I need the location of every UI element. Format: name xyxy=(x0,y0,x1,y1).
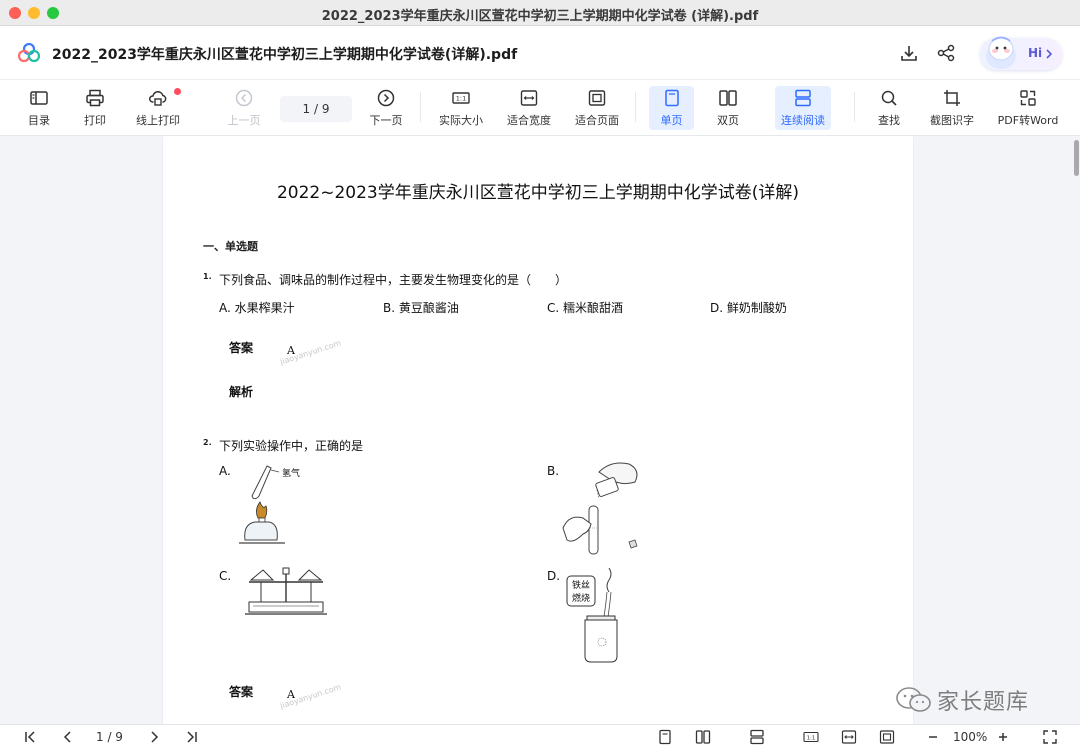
fit-width-icon xyxy=(520,90,538,106)
question-text: 下列食品、调味品的制作过程中，主要发生物理变化的是（ ） xyxy=(219,273,568,287)
continuous-scroll-icon[interactable] xyxy=(749,729,765,745)
printer-icon xyxy=(86,89,104,107)
wechat-icon xyxy=(896,687,931,712)
crop-icon xyxy=(944,90,960,106)
share-icon[interactable] xyxy=(936,43,956,63)
single-page-icon[interactable] xyxy=(657,729,673,745)
continuous-scroll-icon xyxy=(795,89,811,107)
window-titlebar: 2022_2023学年重庆永川区萱花中学初三上学期期中化学试卷 (详解).pdf xyxy=(0,0,1080,26)
question-number: 2. xyxy=(203,438,212,447)
sidebar-icon xyxy=(30,91,48,105)
single-page-button[interactable]: 单页 xyxy=(649,86,694,130)
chevron-right-icon[interactable] xyxy=(146,729,162,745)
chevron-left-circle-icon xyxy=(235,89,253,107)
zoom-out-icon[interactable] xyxy=(925,729,941,745)
bottom-navigation-bar: 1 / 9 1:1 100% xyxy=(0,724,1080,748)
prev-page-button[interactable]: 上一页 xyxy=(224,86,264,130)
option-a: A. xyxy=(219,464,231,478)
continuous-reading-button[interactable]: 连续阅读 xyxy=(775,86,831,130)
analysis-label: 解析 xyxy=(229,385,254,399)
chevron-left-icon[interactable] xyxy=(60,729,76,745)
document-header: 2022_2023学年重庆永川区萱花中学初三上学期期中化学试卷(详解).pdf … xyxy=(0,26,1080,80)
fig-label: 燃烧 xyxy=(572,592,590,604)
pdf-page: 2022~2023学年重庆永川区萱花中学初三上学期期中化学试卷(详解) 一、单选… xyxy=(163,136,913,724)
toolbar-divider xyxy=(854,92,855,122)
toc-button[interactable]: 目录 xyxy=(22,86,56,130)
exam-title: 2022~2023学年重庆永川区萱花中学初三上学期期中化学试卷(详解) xyxy=(276,183,800,203)
search-icon xyxy=(881,90,897,106)
option-b: B. xyxy=(547,464,560,478)
bottom-page-indicator: 1 / 9 xyxy=(96,730,123,744)
ai-assistant-button[interactable]: Hi xyxy=(980,36,1062,70)
convert-icon xyxy=(1020,90,1036,106)
section-heading: 一、单选题 xyxy=(203,240,258,253)
question-text: 下列实验操作中，正确的是 xyxy=(219,439,364,453)
iron-wire-combustion-figure: 铁丝 燃烧 xyxy=(566,567,618,663)
assistant-label: Hi xyxy=(1028,46,1043,60)
brand-text: 家长题库 xyxy=(937,690,1030,715)
fit-width-icon[interactable] xyxy=(841,729,857,745)
next-page-button[interactable]: 下一页 xyxy=(364,86,408,130)
page-number-input[interactable]: 1 / 9 xyxy=(280,96,352,122)
toolbar-divider xyxy=(635,92,636,122)
document-viewport[interactable]: 2022~2023学年重庆永川区萱花中学初三上学期期中化学试卷(详解) 一、单选… xyxy=(0,136,1080,724)
fit-page-button[interactable]: 适合页面 xyxy=(572,86,622,130)
answer-label: 答案 xyxy=(229,341,254,355)
print-button[interactable]: 打印 xyxy=(78,86,112,130)
document-name: 2022_2023学年重庆永川区萱花中学初三上学期期中化学试卷(详解).pdf xyxy=(52,47,518,63)
zoom-in-icon[interactable] xyxy=(995,729,1011,745)
actual-size-icon[interactable]: 1:1 xyxy=(803,729,819,745)
chevron-right-circle-icon xyxy=(377,89,395,107)
cloud-print-icon xyxy=(149,90,167,106)
option-c: C. 糯米酿甜酒 xyxy=(547,301,624,315)
fit-width-button[interactable]: 适合宽度 xyxy=(504,86,554,130)
vertical-scrollbar-thumb[interactable] xyxy=(1074,140,1079,176)
double-page-icon xyxy=(719,90,737,106)
single-page-icon xyxy=(664,89,679,107)
fit-page-icon[interactable] xyxy=(879,729,895,745)
search-button[interactable]: 查找 xyxy=(872,86,906,130)
option-d: D. xyxy=(547,569,561,583)
download-icon[interactable] xyxy=(899,43,919,63)
fig-label: 氢气 xyxy=(282,467,300,479)
fig-label: 铁丝 xyxy=(572,579,590,591)
actual-size-button[interactable]: 1:1 实际大小 xyxy=(436,86,486,130)
first-page-icon[interactable] xyxy=(23,729,39,745)
double-page-icon[interactable] xyxy=(695,729,711,745)
screenshot-ocr-button[interactable]: 截图识字 xyxy=(926,86,978,130)
hydrogen-test-figure: 氢气 xyxy=(239,465,300,544)
toolbar-divider xyxy=(420,92,421,122)
question-number: 1. xyxy=(203,272,212,281)
pdf-to-word-button[interactable]: PDF转Word xyxy=(994,86,1062,130)
last-page-icon[interactable] xyxy=(183,729,199,745)
chevron-right-icon xyxy=(1046,49,1053,59)
option-b: B. 黄豆酿酱油 xyxy=(383,301,459,315)
option-c: C. xyxy=(219,569,232,583)
double-page-button[interactable]: 双页 xyxy=(710,86,746,130)
balance-scale-figure xyxy=(245,567,327,615)
brand-watermark: 家长题库 xyxy=(893,680,1053,718)
notification-dot xyxy=(174,88,181,95)
actual-size-icon: 1:1 xyxy=(452,92,470,104)
fit-page-icon xyxy=(588,90,606,106)
option-d: D. 鲜奶制酸奶 xyxy=(710,301,787,315)
window-title: 2022_2023学年重庆永川区萱花中学初三上学期期中化学试卷 (详解).pdf xyxy=(321,9,759,24)
answer-label: 答案 xyxy=(229,685,254,699)
zoom-level: 100% xyxy=(953,730,988,744)
assistant-avatar-icon xyxy=(986,36,1016,69)
svg-text:1:1: 1:1 xyxy=(807,735,816,741)
pouring-liquid-figure xyxy=(562,462,638,555)
main-toolbar: 目录 打印 线上打印 上一页 下一页 1:1 实际大小 适合宽度 适合页面 单页… xyxy=(0,80,1080,136)
svg-text:1:1: 1:1 xyxy=(456,95,466,103)
app-logo-icon xyxy=(18,43,40,63)
option-a: A. 水果榨果汁 xyxy=(219,301,295,315)
fullscreen-icon[interactable] xyxy=(1042,729,1058,745)
